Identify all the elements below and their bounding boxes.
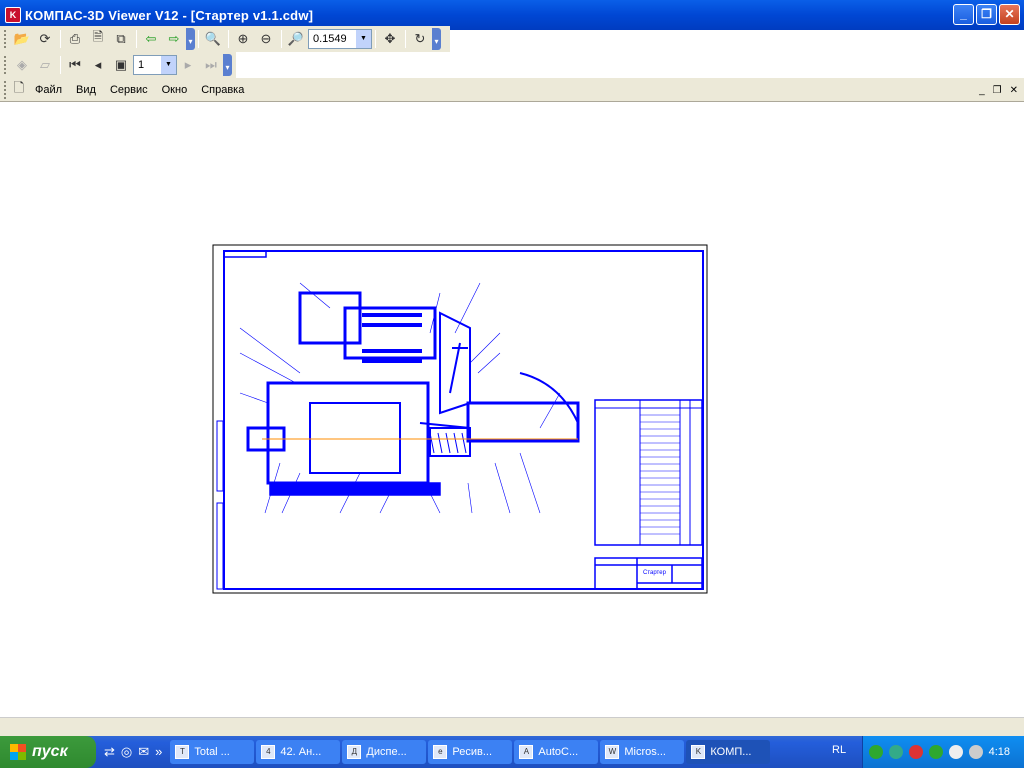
app-icon: 4 [261, 745, 276, 759]
print-icon[interactable]: ⎙ [64, 28, 86, 50]
network-icon[interactable]: ⇄ [104, 744, 115, 760]
last-page-icon[interactable]: ⏭ [200, 54, 222, 76]
clock: 4:18 [988, 746, 1010, 758]
page-value: 1 [138, 59, 145, 71]
page-field[interactable]: 1 ▼ [133, 55, 177, 75]
chevron-right-icon[interactable]: » [155, 744, 162, 760]
chevron-down-icon[interactable]: ▼ [161, 56, 176, 74]
doc-restore-button[interactable]: ❐ [993, 85, 1002, 96]
doc-close-button[interactable]: ✕ [1010, 85, 1018, 96]
forward-icon[interactable]: ⇨ [163, 28, 185, 50]
zoom-window-icon[interactable]: 🔍 [202, 28, 224, 50]
app-icon: W [605, 745, 620, 759]
system-tray: 4:18 [862, 736, 1024, 768]
menu-file[interactable]: Файл [35, 84, 62, 96]
window-title: КОМПАС-3D Viewer V12 - [Стартер v1.1.cdw… [25, 7, 314, 23]
tray-icon[interactable] [929, 745, 943, 759]
menu-window[interactable]: Окно [162, 84, 188, 96]
drawing-canvas[interactable]: Стартер [0, 103, 1024, 718]
kompas-icon: K [691, 745, 706, 759]
zoom-in-icon[interactable]: ⊕ [232, 28, 254, 50]
pan-icon[interactable]: ✥ [379, 28, 401, 50]
back-icon[interactable]: ⇦ [140, 28, 162, 50]
task-button[interactable]: A AutoC... [514, 740, 599, 764]
menu-help[interactable]: Справка [201, 84, 244, 96]
menu-view[interactable]: Вид [76, 84, 96, 96]
close-button[interactable]: ✕ [999, 4, 1020, 25]
zoom-out-icon[interactable]: ⊖ [255, 28, 277, 50]
email-icon[interactable]: ✉ [138, 744, 149, 760]
zoom-scale-icon[interactable]: 🔎 [285, 28, 307, 50]
toolbar-grip[interactable] [4, 30, 7, 48]
language-indicator[interactable]: RL [832, 744, 846, 756]
start-label: пуск [32, 743, 68, 760]
zoom-field[interactable]: 0.1549 ▼ [308, 29, 372, 49]
drawing-sheet: Стартер [212, 244, 708, 594]
quick-launch: ⇄ ◎ ✉ » [104, 744, 162, 760]
menu-service[interactable]: Сервис [110, 84, 148, 96]
windows-logo-icon [10, 744, 26, 760]
task-button[interactable]: Д Диспе... [342, 740, 427, 764]
taskbar: пуск ⇄ ◎ ✉ » T Total ... 4 42. Ан... Д Дисп… [0, 736, 1024, 768]
task-button[interactable]: 4 42. Ан... [256, 740, 341, 764]
tray-icon[interactable] [969, 745, 983, 759]
copy-icon[interactable]: ⧉ [110, 28, 132, 50]
preview-icon[interactable]: 🗎 [87, 28, 109, 50]
prev-page-icon[interactable]: ◂ [87, 54, 109, 76]
task-button[interactable]: T Total ... [170, 740, 255, 764]
app-icon: A [519, 745, 534, 759]
maximize-button[interactable]: ❐ [976, 4, 997, 25]
page-icon[interactable]: ▣ [110, 54, 132, 76]
document-icon[interactable]: 🗋 [11, 79, 27, 101]
toolbar-grip[interactable] [4, 80, 7, 99]
layer-icon[interactable]: ◈ [11, 54, 33, 76]
refresh-icon[interactable]: ↻ [409, 28, 431, 50]
chevron-down-icon[interactable]: ▼ [356, 30, 371, 48]
toolbar-chevron[interactable]: ▾ [432, 28, 441, 50]
app-icon: e [433, 745, 448, 759]
task-button[interactable]: W Micros... [600, 740, 685, 764]
toolbar-chevron[interactable]: ▾ [186, 28, 195, 50]
tray-icon[interactable] [889, 745, 903, 759]
status-bar [0, 718, 1024, 736]
browser-icon[interactable]: ◎ [121, 744, 132, 760]
toolbar-standard: 📂 ⟳ ⎙ 🗎 ⧉ ⇦ ⇨ ▾ 🔍 ⊕ ⊖ 🔎 0.1549 ▼ ✥ ↻ ▾ [0, 26, 450, 52]
kompas-icon: K [5, 7, 21, 23]
toolbar-pages: ◈ ▱ ⏮ ◂ ▣ 1 ▼ ▸ ⏭ ▾ [0, 52, 236, 78]
doc-minimize-button[interactable]: _ [979, 85, 985, 96]
task-button[interactable]: e Ресив... [428, 740, 513, 764]
tray-icon[interactable] [949, 745, 963, 759]
task-button[interactable]: K КОМП... [686, 740, 771, 764]
shield-icon[interactable] [909, 745, 923, 759]
toolbar-chevron[interactable]: ▾ [223, 54, 232, 76]
toolbar-grip[interactable] [4, 56, 7, 74]
title-block-text: Стартер [643, 570, 667, 576]
menu-bar: 🗋 Файл Вид Сервис Окно Справка _ ❐ ✕ [0, 78, 1024, 102]
zoom-value: 0.1549 [313, 33, 347, 45]
sheet-icon[interactable]: ▱ [34, 54, 56, 76]
minimize-button[interactable]: _ [953, 4, 974, 25]
next-page-icon[interactable]: ▸ [177, 54, 199, 76]
app-icon: T [175, 745, 190, 759]
first-page-icon[interactable]: ⏮ [64, 54, 86, 76]
start-button[interactable]: пуск [0, 736, 96, 768]
app-icon: Д [347, 745, 362, 759]
tray-icon[interactable] [869, 745, 883, 759]
open-icon[interactable]: 📂 [11, 28, 33, 50]
reopen-icon[interactable]: ⟳ [34, 28, 56, 50]
